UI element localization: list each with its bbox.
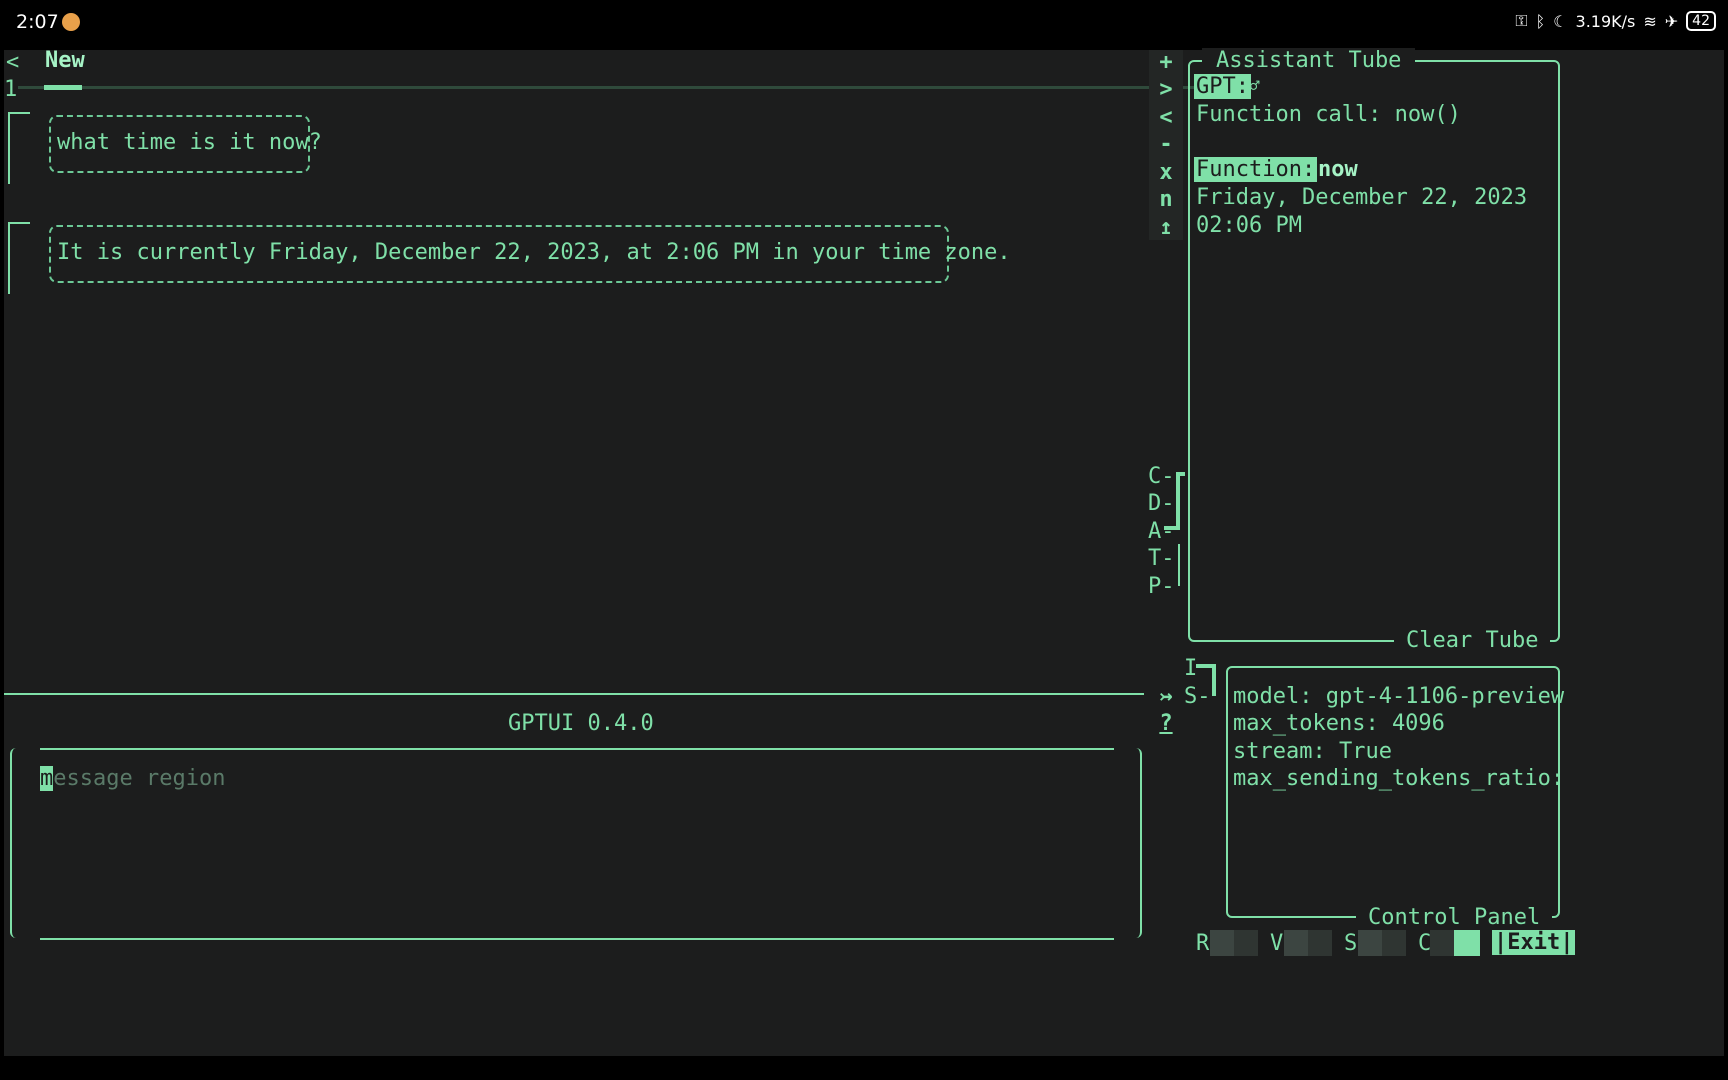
airplane-icon: ✈ [1664, 11, 1679, 31]
indicator-s-block-2 [1382, 930, 1406, 956]
function-call-text: Function call: now() [1196, 102, 1461, 127]
assistant-message-marker [8, 222, 10, 294]
indicator-v-block-1 [1284, 930, 1308, 956]
indicator-s[interactable]: S [1344, 931, 1357, 956]
battery-icon: 42 [1686, 11, 1716, 31]
assistant-message-bubble: It is currently Friday, December 22, 202… [49, 225, 1011, 283]
plugin-toggle-p[interactable]: P- [1148, 574, 1175, 599]
user-message-bubble: what time is it now? [49, 115, 322, 173]
message-input[interactable]: message region [40, 766, 225, 791]
app-title: GPTUI 0.4.0 [508, 711, 654, 736]
user-message-marker [8, 112, 10, 184]
status-bar: 2:07 ⚿ ᛒ ☾ 3.19K/s ≋ ✈ 42 [0, 0, 1728, 46]
tab-new[interactable]: New [45, 48, 85, 73]
indicator-r-block-2 [1234, 930, 1258, 956]
plugin-toggle-t[interactable]: T- [1148, 546, 1175, 571]
input-placeholder: essage region [53, 766, 226, 791]
indicator-v[interactable]: V [1270, 931, 1283, 956]
function-label: Function: [1194, 157, 1318, 182]
chat-index: 1 [4, 77, 18, 102]
wifi-icon: ≋ [1643, 11, 1657, 31]
plugin-divider [1178, 544, 1180, 586]
function-result-date: Friday, December 22, 2023 [1196, 185, 1528, 210]
control-panel-title: Control Panel [1356, 905, 1553, 930]
gpt-label: GPT: [1194, 74, 1251, 99]
status-icons: ⚿ ᛒ ☾ 3.19K/s ≋ ✈ 42 [1515, 11, 1716, 31]
panel-toggle-i[interactable]: I [1184, 656, 1197, 681]
function-name: now [1318, 157, 1358, 182]
tab-prev-arrow[interactable]: < [6, 50, 19, 75]
battery-level: 42 [1692, 13, 1710, 29]
network-speed: 3.19K/s [1575, 11, 1636, 31]
panel-toggle-s[interactable]: S- [1184, 684, 1211, 709]
indicator-v-block-2 [1308, 930, 1332, 956]
function-result-time: 02:06 PM [1196, 213, 1302, 238]
clear-tube-button[interactable]: Clear Tube [1394, 628, 1551, 653]
input-cursor: m [40, 766, 54, 791]
indicator-c-block-1 [1430, 930, 1454, 956]
input-bottom-border [40, 938, 1114, 940]
prev-chat-button[interactable]: < [1151, 105, 1181, 130]
control-max-tokens: max_tokens: 4096 [1233, 711, 1445, 736]
assistant-message-text: It is currently Friday, December 22, 202… [57, 240, 1011, 265]
status-time: 2:07 [16, 11, 59, 33]
next-chat-button[interactable]: > [1151, 77, 1181, 102]
send-arrow-button[interactable]: ↣ [1151, 684, 1181, 709]
key-icon: ⚿ [1515, 11, 1528, 30]
close-chat-button[interactable]: x [1151, 160, 1181, 185]
terminal-screen: < New > 1 ♂ what time is it now? It is c… [4, 48, 1724, 1056]
plugin-toggle-a[interactable]: A- [1148, 519, 1175, 544]
bluetooth-icon: ᛒ [1535, 11, 1546, 31]
assistant-tube-panel [1188, 60, 1560, 642]
assistant-message-tick [8, 222, 30, 224]
plugin-toggle-d[interactable]: D- [1148, 491, 1175, 516]
moon-icon: ☾ [1553, 11, 1568, 31]
add-chat-button[interactable]: + [1151, 50, 1181, 75]
control-max-sending-ratio: max_sending_tokens_ratio: [1233, 766, 1565, 791]
indicator-r[interactable]: R [1196, 931, 1209, 956]
control-stream: stream: True [1233, 739, 1392, 764]
user-message-tick [8, 112, 30, 114]
plugin-bracket-bottom [1164, 526, 1180, 530]
exit-button[interactable]: |Exit| [1492, 930, 1576, 955]
indicator-r-block-1 [1210, 930, 1234, 956]
assistant-tube-title: Assistant Tube [1202, 48, 1416, 73]
active-tab-indicator [44, 85, 82, 90]
input-top-border [40, 748, 1114, 750]
side-toolbar: + > < - x n ↥ [1149, 50, 1183, 240]
plugin-bracket-top [1176, 472, 1185, 476]
plugin-toggle-c[interactable]: C- [1148, 464, 1175, 489]
help-button[interactable]: ? [1151, 711, 1181, 736]
chat-input-divider [4, 693, 1144, 695]
user-message-text: what time is it now? [57, 130, 322, 155]
plugin-bracket [1176, 472, 1180, 530]
upload-button[interactable]: ↥ [1151, 215, 1181, 240]
indicator-c-block-2 [1454, 930, 1480, 956]
new-chat-button[interactable]: n [1151, 187, 1181, 212]
notification-icon [62, 13, 80, 31]
toggle-bracket [1212, 664, 1216, 696]
remove-chat-button[interactable]: - [1151, 132, 1181, 157]
indicator-s-block-1 [1358, 930, 1382, 956]
tab-underline [18, 86, 1252, 89]
control-model: model: gpt-4-1106-preview [1233, 684, 1565, 709]
